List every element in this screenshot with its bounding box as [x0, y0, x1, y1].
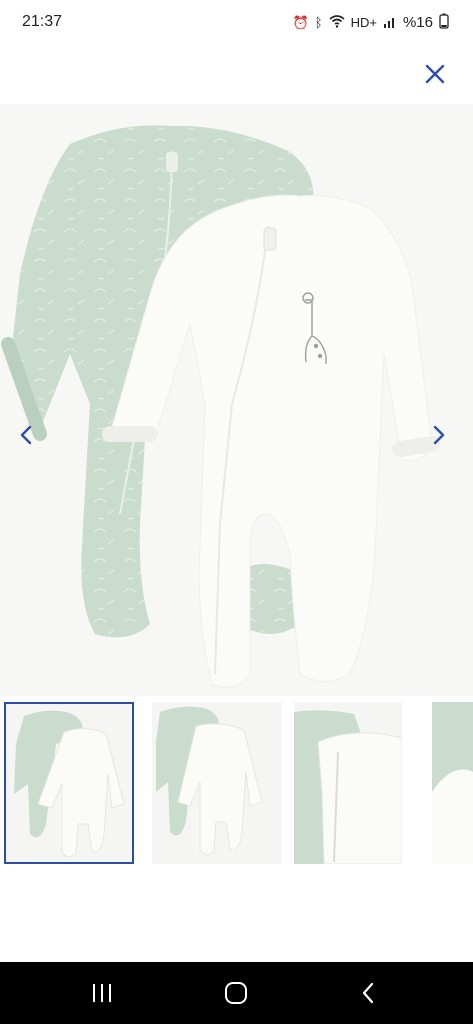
thumbnail-2[interactable] — [152, 702, 282, 864]
back-icon — [362, 982, 374, 1004]
next-image-button[interactable] — [419, 410, 459, 460]
status-icons: ⏰ ᛒ HD+ %16 — [293, 13, 449, 31]
back-button[interactable] — [338, 976, 398, 1010]
system-nav-bar — [0, 962, 473, 1024]
chevron-right-icon — [433, 425, 445, 445]
home-icon — [225, 982, 247, 1004]
network-type: HD+ — [350, 14, 377, 30]
thumbnail-image — [156, 706, 263, 856]
thumbnail-image — [294, 710, 402, 864]
thumbnail-image — [432, 702, 473, 864]
battery-icon — [439, 13, 449, 31]
battery-level: %16 — [402, 13, 433, 31]
home-button[interactable] — [206, 976, 266, 1010]
top-bar — [0, 44, 473, 104]
thumbnail-4[interactable] — [432, 702, 473, 864]
thumbnail-image — [14, 710, 125, 858]
prev-image-button[interactable] — [6, 410, 46, 460]
recent-apps-icon — [93, 984, 111, 1002]
bluetooth-icon: ᛒ — [314, 14, 323, 30]
product-image-main[interactable] — [0, 104, 473, 696]
thumbnail-3[interactable] — [294, 702, 402, 864]
status-bar: 21:37 ⏰ ᛒ HD+ %16 — [0, 0, 473, 44]
chevron-left-icon — [20, 425, 32, 445]
close-button[interactable] — [417, 56, 453, 92]
recent-apps-button[interactable] — [72, 976, 132, 1010]
wifi-icon — [329, 14, 345, 30]
thumbnail-strip[interactable] — [0, 702, 473, 866]
thumbnail-1[interactable] — [4, 702, 134, 864]
signal-icon — [383, 15, 397, 30]
status-time: 21:37 — [22, 13, 63, 30]
product-photo — [1, 125, 440, 688]
alarm-icon: ⏰ — [292, 14, 309, 30]
close-icon — [425, 64, 445, 84]
